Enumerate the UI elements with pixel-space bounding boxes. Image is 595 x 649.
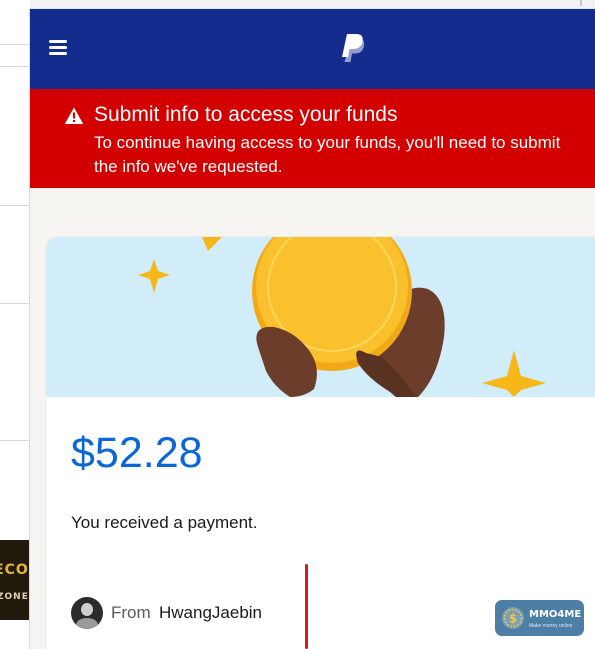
alert-banner[interactable]: Submit info to access your funds To cont…: [30, 89, 595, 188]
divider: [0, 303, 30, 304]
alert-title: Submit info to access your funds: [94, 103, 398, 126]
sender-row[interactable]: From HwangJaebin: [71, 597, 371, 629]
background-page: ECOU ZONE: [0, 0, 30, 649]
svg-text:$: $: [509, 612, 517, 626]
watermark-badge: $ MMO4ME Make money online: [495, 600, 584, 636]
browser-top-strip: [30, 0, 595, 9]
divider: [0, 440, 30, 441]
payment-card[interactable]: $52.28 You received a payment. From Hwan…: [46, 237, 595, 649]
background-banner: ECOU ZONE: [0, 540, 30, 620]
scroll-marker: [580, 0, 582, 6]
divider: [0, 44, 30, 45]
avatar: [71, 597, 103, 629]
sender-name: HwangJaebin: [159, 603, 263, 622]
watermark-tagline: Make money online: [529, 623, 573, 629]
banner-text-top: ECOU: [0, 562, 30, 578]
alert-message: To continue having access to your funds,…: [94, 133, 561, 176]
red-annotation-line: [305, 564, 308, 649]
divider: [0, 205, 30, 206]
hamburger-menu-icon[interactable]: [48, 37, 70, 57]
from-label: From: [111, 603, 151, 622]
warning-triangle-icon: [64, 107, 84, 124]
banner-text-bottom: ZONE: [0, 592, 29, 602]
divider: [0, 66, 30, 67]
paypal-logo-icon[interactable]: [338, 31, 366, 65]
payment-amount: $52.28: [71, 429, 203, 477]
payment-illustration: [46, 237, 595, 397]
payment-status-text: You received a payment.: [71, 513, 258, 532]
app-header: [30, 9, 595, 89]
dollar-coin-icon: $: [502, 607, 524, 629]
watermark-name: MMO4ME: [529, 609, 582, 620]
paypal-app-screen: Submit info to access your funds To cont…: [29, 9, 595, 649]
